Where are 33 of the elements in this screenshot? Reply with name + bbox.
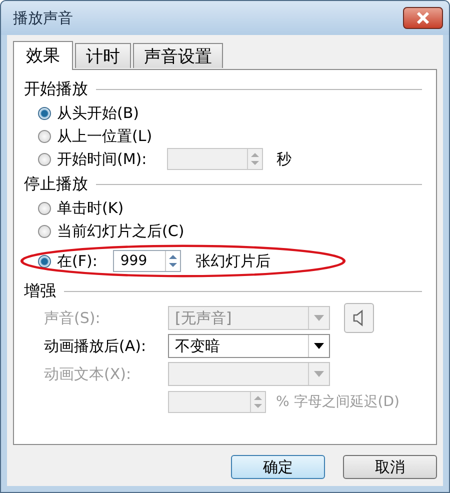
radio-button[interactable] <box>38 130 51 142</box>
close-icon <box>415 11 431 25</box>
number-field[interactable]: 999 <box>113 250 182 272</box>
spinner-arrows-icon <box>246 149 262 169</box>
field-label: 动画播放后(A): <box>44 336 148 356</box>
radio-button[interactable] <box>38 224 51 238</box>
tab[interactable]: 效果 <box>13 41 73 70</box>
spinner-arrows-icon <box>250 392 265 412</box>
unit-label: 秒 <box>276 150 292 168</box>
radio-button[interactable] <box>38 106 51 120</box>
field-label: 声音(S): <box>44 308 102 328</box>
dialog-button[interactable]: 确定 <box>231 455 325 479</box>
close-button[interactable] <box>403 7 443 29</box>
option-label: 从头开始(B) <box>57 104 139 122</box>
tab[interactable]: 声音设置 <box>133 43 223 68</box>
section-heading: 停止播放 <box>24 174 88 194</box>
section-heading: 增强 <box>24 280 56 302</box>
radio-button[interactable] <box>38 152 51 166</box>
option-label: 从上一位置(L) <box>57 126 152 146</box>
unit-label: % 字母之间延迟(D) <box>276 393 400 411</box>
radio-button[interactable] <box>38 254 51 268</box>
option-label: 单击时(K) <box>57 198 124 218</box>
option-label: 在(F): <box>57 252 98 270</box>
option-label: 开始时间(M): <box>57 150 147 168</box>
section-heading: 开始播放 <box>24 78 88 100</box>
window-title: 播放声音 <box>13 8 73 28</box>
tab[interactable]: 计时 <box>75 43 131 68</box>
radio-button[interactable] <box>38 202 51 214</box>
dropdown[interactable]: 不变暗 <box>168 334 330 358</box>
unit-label: 张幻灯片后 <box>195 252 270 270</box>
option-label: 当前幻灯片之后(C) <box>57 222 184 240</box>
dialog-button[interactable]: 取消 <box>343 455 437 479</box>
field-label: 动画文本(X): <box>44 364 132 384</box>
